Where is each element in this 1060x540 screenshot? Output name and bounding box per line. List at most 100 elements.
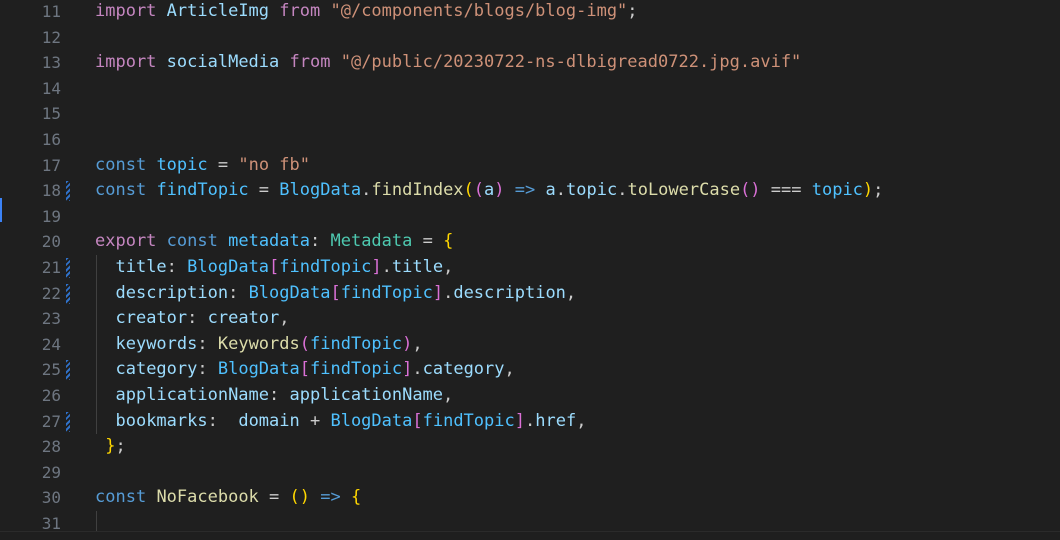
code-text[interactable]: import socialMedia from "@/public/202307… [95, 50, 801, 76]
code-line[interactable]: 11 import ArticleImg from "@/components/b… [0, 0, 1060, 25]
line-number: 19 [41, 206, 61, 226]
code-token: const [166, 231, 218, 252]
line-number: 17 [41, 155, 61, 175]
code-token: applicationName [289, 385, 444, 405]
line-number: 15 [41, 104, 61, 124]
code-line[interactable]: 12 [0, 25, 1060, 51]
code-line[interactable]: 19 [0, 204, 1060, 230]
code-text[interactable]: import ArticleImg from "@/components/blo… [95, 0, 638, 25]
code-line[interactable]: 20 export const metadata: Metadata = { [0, 229, 1060, 255]
code-token: [ [330, 282, 341, 303]
code-line[interactable]: 22 description: BlogData[findTopic].desc… [0, 280, 1060, 307]
code-token: ] [514, 410, 525, 431]
code-text[interactable]: keywords: Keywords(findTopic), [95, 332, 423, 358]
code-line[interactable]: 16 [0, 127, 1060, 153]
code-token: ) [862, 180, 874, 201]
code-token: ( [299, 333, 310, 354]
code-token: . [443, 282, 454, 303]
code-line[interactable]: 27 bookmarks: domain + BlogData[findTopi… [0, 408, 1060, 435]
modified-line-marker[interactable] [66, 258, 70, 278]
code-line[interactable]: 24 keywords: Keywords(findTopic), [0, 331, 1060, 358]
code-token: ( [473, 180, 485, 201]
code-token: keywords [115, 333, 198, 354]
code-token: BlogData [217, 359, 300, 380]
code-token: : [166, 257, 188, 277]
code-line[interactable]: 28 }; [0, 434, 1060, 460]
code-line[interactable]: 26 applicationName: applicationName, [0, 383, 1060, 409]
code-token: ( [463, 180, 474, 201]
code-text[interactable]: }; [95, 434, 126, 460]
code-line[interactable]: 17 const topic = "no fb" [0, 153, 1060, 179]
modified-line-marker[interactable] [66, 283, 70, 304]
code-line[interactable]: 14 [0, 76, 1060, 102]
code-token: , [443, 257, 454, 277]
code-line[interactable]: 21 title: BlogData[findTopic].title, [0, 255, 1060, 281]
code-token: ArticleImg [166, 1, 270, 21]
code-token: toLowerCase [627, 180, 741, 201]
code-token: ) [494, 180, 505, 201]
line-number: 18 [41, 181, 61, 201]
code-text[interactable]: title: BlogData[findTopic].title, [95, 255, 453, 281]
code-token: a [545, 180, 556, 201]
code-token: { [350, 487, 362, 508]
code-token: = [412, 231, 444, 252]
code-token: title [391, 257, 444, 277]
code-text[interactable]: creator: creator, [95, 306, 289, 332]
code-token: socialMedia [166, 52, 280, 73]
code-line[interactable]: 23 creator: creator, [0, 306, 1060, 332]
code-text[interactable]: const topic = "no fb" [95, 153, 310, 179]
modified-line-marker[interactable] [66, 360, 70, 381]
code-token: applicationName [115, 385, 270, 405]
code-token: NoFacebook [156, 487, 259, 508]
modified-line-marker[interactable] [66, 181, 70, 202]
code-text[interactable]: applicationName: applicationName, [95, 383, 453, 409]
modified-line-marker[interactable] [66, 411, 70, 432]
code-token: , [412, 333, 423, 354]
code-editor[interactable]: 11 import ArticleImg from "@/components/b… [0, 0, 1060, 540]
code-token: const [95, 180, 147, 201]
code-token: : [197, 333, 218, 354]
code-token: BlogData [248, 282, 331, 303]
line-number: 14 [41, 78, 61, 98]
code-text[interactable]: description: BlogData[findTopic].descrip… [95, 281, 576, 307]
code-token: () [289, 487, 310, 508]
code-token: ] [371, 257, 382, 277]
code-text[interactable]: category: BlogData[findTopic].category, [95, 357, 514, 383]
code-line[interactable]: 15 [0, 101, 1060, 127]
code-text[interactable]: bookmarks: domain + BlogData[findTopic].… [95, 409, 586, 435]
code-token: : [310, 231, 331, 252]
code-line[interactable]: 18 const findTopic = BlogData.findIndex((… [0, 178, 1060, 204]
code-text[interactable]: export const metadata: Metadata = { [95, 229, 453, 255]
line-number: 29 [41, 462, 61, 482]
code-token: findTopic [340, 282, 433, 303]
line-number: 21 [41, 258, 61, 277]
code-line[interactable]: 30 const NoFacebook = () => { [0, 485, 1060, 511]
code-line[interactable]: 13 import socialMedia from "@/public/2023… [0, 50, 1060, 76]
code-line[interactable]: 29 [0, 460, 1060, 486]
code-token: topic [156, 154, 208, 175]
code-token: = [258, 487, 290, 508]
code-text[interactable]: const findTopic = BlogData.findIndex((a)… [95, 178, 883, 204]
code-line[interactable]: 25 category: BlogData[findTopic].categor… [0, 357, 1060, 383]
line-number: 25 [41, 360, 61, 380]
code-token: : [207, 410, 239, 431]
horizontal-scrollbar[interactable] [0, 531, 1060, 540]
code-text[interactable]: const NoFacebook = () => { [95, 485, 361, 511]
line-number: 16 [41, 130, 61, 149]
code-token: { [443, 231, 454, 252]
code-token: ] [432, 282, 444, 303]
code-token: findIndex [371, 180, 464, 201]
code-token: findTopic [310, 359, 403, 380]
code-token: href [535, 410, 577, 431]
